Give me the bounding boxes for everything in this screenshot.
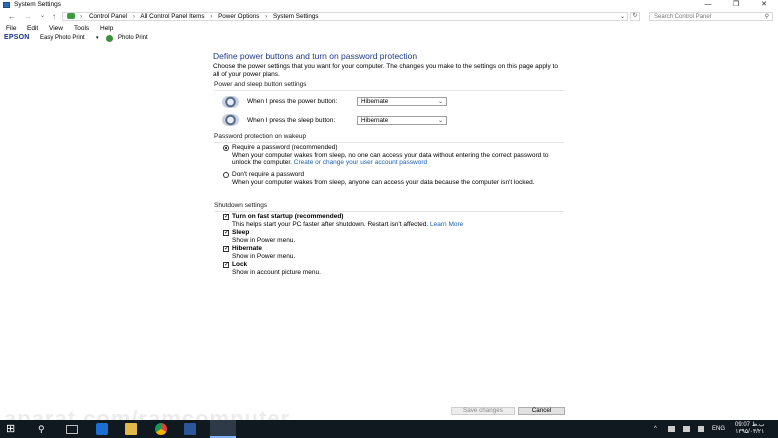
password-section-heading: Password protection on wakeup [214,133,307,140]
volume-icon[interactable] [698,426,704,432]
breadcrumb-separator: › [265,13,268,20]
tray-chevron-icon[interactable]: ^ [654,420,657,438]
task-view-icon[interactable] [66,425,78,434]
power-button-select[interactable]: Hibernate ⌄ [357,97,447,106]
recent-locations-icon[interactable]: ⌄ [40,12,45,21]
photo-print-button[interactable]: Photo Print [118,35,148,41]
page-description: Choose the power settings that you want … [213,63,558,78]
no-password-radio[interactable] [223,172,229,178]
sleep-label: Sleep [232,229,250,236]
power-button-icon [222,96,239,108]
fast-startup-checkbox[interactable]: ✓ [223,214,229,220]
menu-bar: File Edit View Tools Help [0,25,778,34]
sleep-checkbox[interactable]: ✓ [223,230,229,236]
cancel-button[interactable]: Cancel [518,407,565,415]
menu-edit[interactable]: Edit [27,25,38,32]
menu-view[interactable]: View [49,25,63,32]
fast-startup-text: This helps start your PC faster after sh… [232,221,429,228]
clock[interactable]: 09:07 ب.ظ ۱۳۹۵/۰۳/۲۱ [735,422,765,436]
taskbar: ⊞ ⚲ ^ ENG 09:07 ب.ظ ۱۳۹۵/۰۳/۲۱ [0,420,778,438]
sleep-button-value: Hibernate [361,117,389,124]
address-toolbar: ← → ⌄ ↑ › Control Panel › All Control Pa… [0,11,778,23]
require-password-radio[interactable] [223,145,229,151]
close-button[interactable]: ✕ [750,0,778,10]
power-section-heading: Power and sleep button settings [214,81,307,88]
file-explorer-icon[interactable] [125,423,137,435]
control-panel-taskbar-button[interactable] [210,420,236,438]
refresh-icon[interactable]: ↻ [630,12,640,21]
minimize-button[interactable]: — [694,0,722,10]
main-content: Define power buttons and turn on passwor… [0,44,778,404]
section-divider [214,90,564,91]
menu-help[interactable]: Help [100,25,113,32]
menu-file[interactable]: File [6,25,16,32]
clock-date: ۱۳۹۵/۰۳/۲۱ [735,429,765,435]
control-panel-icon [3,2,10,8]
lock-label: Lock [232,261,248,268]
maximize-button[interactable]: ❐ [722,0,750,10]
language-indicator[interactable]: ENG [712,420,725,438]
section-divider [214,142,564,143]
search-placeholder: Search Control Panel [654,14,712,20]
hibernate-description: Show in Power menu. [232,253,296,260]
fast-startup-label: Turn on fast startup (recommended) [232,213,344,220]
require-password-label: Require a password (recommended) [232,144,338,151]
chevron-down-icon: ⌄ [437,99,443,105]
start-button[interactable]: ⊞ [6,423,18,435]
clock-time: 09:07 ب.ظ [735,422,765,428]
control-panel-icon [67,13,75,19]
breadcrumb-separator: › [80,13,83,20]
power-button-label: When I press the power button: [247,98,338,105]
breadcrumb-all-items[interactable]: All Control Panel Items [140,13,204,20]
breadcrumb: › Control Panel › All Control Panel Item… [80,13,323,20]
app-icon[interactable] [184,423,196,435]
photo-print-icon [106,35,113,42]
chevron-down-icon: ⌄ [437,118,443,124]
sleep-button-label: When I press the sleep button: [247,117,336,124]
no-password-description: When your computer wakes from sleep, any… [232,179,535,186]
chevron-down-icon[interactable]: ▾ [96,35,99,41]
sleep-button-icon [222,114,239,126]
up-arrow-icon[interactable]: ↑ [52,12,56,21]
network-icon[interactable] [668,426,675,432]
lock-description: Show in account picture menu. [232,269,321,276]
change-password-link[interactable]: Create or change your user account passw… [294,159,427,166]
section-divider [214,211,564,212]
easy-photo-print-button[interactable]: Easy Photo Print [40,35,85,41]
breadcrumb-control-panel[interactable]: Control Panel [89,13,127,20]
fast-startup-description: This helps start your PC faster after sh… [232,221,463,228]
learn-more-link[interactable]: Learn More [430,221,463,228]
epson-logo: EPSON [4,34,30,41]
back-arrow-icon[interactable]: ← [8,12,16,21]
battery-icon[interactable] [683,426,690,432]
menu-tools[interactable]: Tools [74,25,89,32]
hibernate-checkbox[interactable]: ✓ [223,246,229,252]
breadcrumb-separator: › [210,13,213,20]
hibernate-label: Hibernate [232,245,262,252]
edge-icon[interactable] [96,423,108,435]
shutdown-section-heading: Shutdown settings [214,202,268,209]
chevron-down-icon[interactable]: ⌄ [620,13,625,20]
lock-checkbox[interactable]: ✓ [223,262,229,268]
save-button[interactable]: Save changes [451,407,515,415]
forward-arrow-icon[interactable]: → [24,12,32,21]
search-icon: ⚲ [764,14,769,20]
no-password-label: Don't require a password [232,171,305,178]
title-bar: System Settings — ❐ ✕ [0,0,778,10]
window-title: System Settings [14,1,61,8]
require-password-description: When your computer wakes from sleep, no … [232,152,552,166]
page-title: Define power buttons and turn on passwor… [213,51,418,61]
sleep-button-select[interactable]: Hibernate ⌄ [357,116,447,125]
search-input[interactable]: Search Control Panel ⚲ [649,12,773,21]
breadcrumb-separator: › [132,13,136,20]
epson-toolbar: EPSON Easy Photo Print ▾ Photo Print [0,34,778,43]
search-icon[interactable]: ⚲ [38,423,50,435]
sleep-description: Show in Power menu. [232,237,296,244]
chrome-icon[interactable] [155,423,167,435]
breadcrumb-system-settings[interactable]: System Settings [273,13,319,20]
breadcrumb-power-options[interactable]: Power Options [218,13,259,20]
power-button-value: Hibernate [361,98,389,105]
